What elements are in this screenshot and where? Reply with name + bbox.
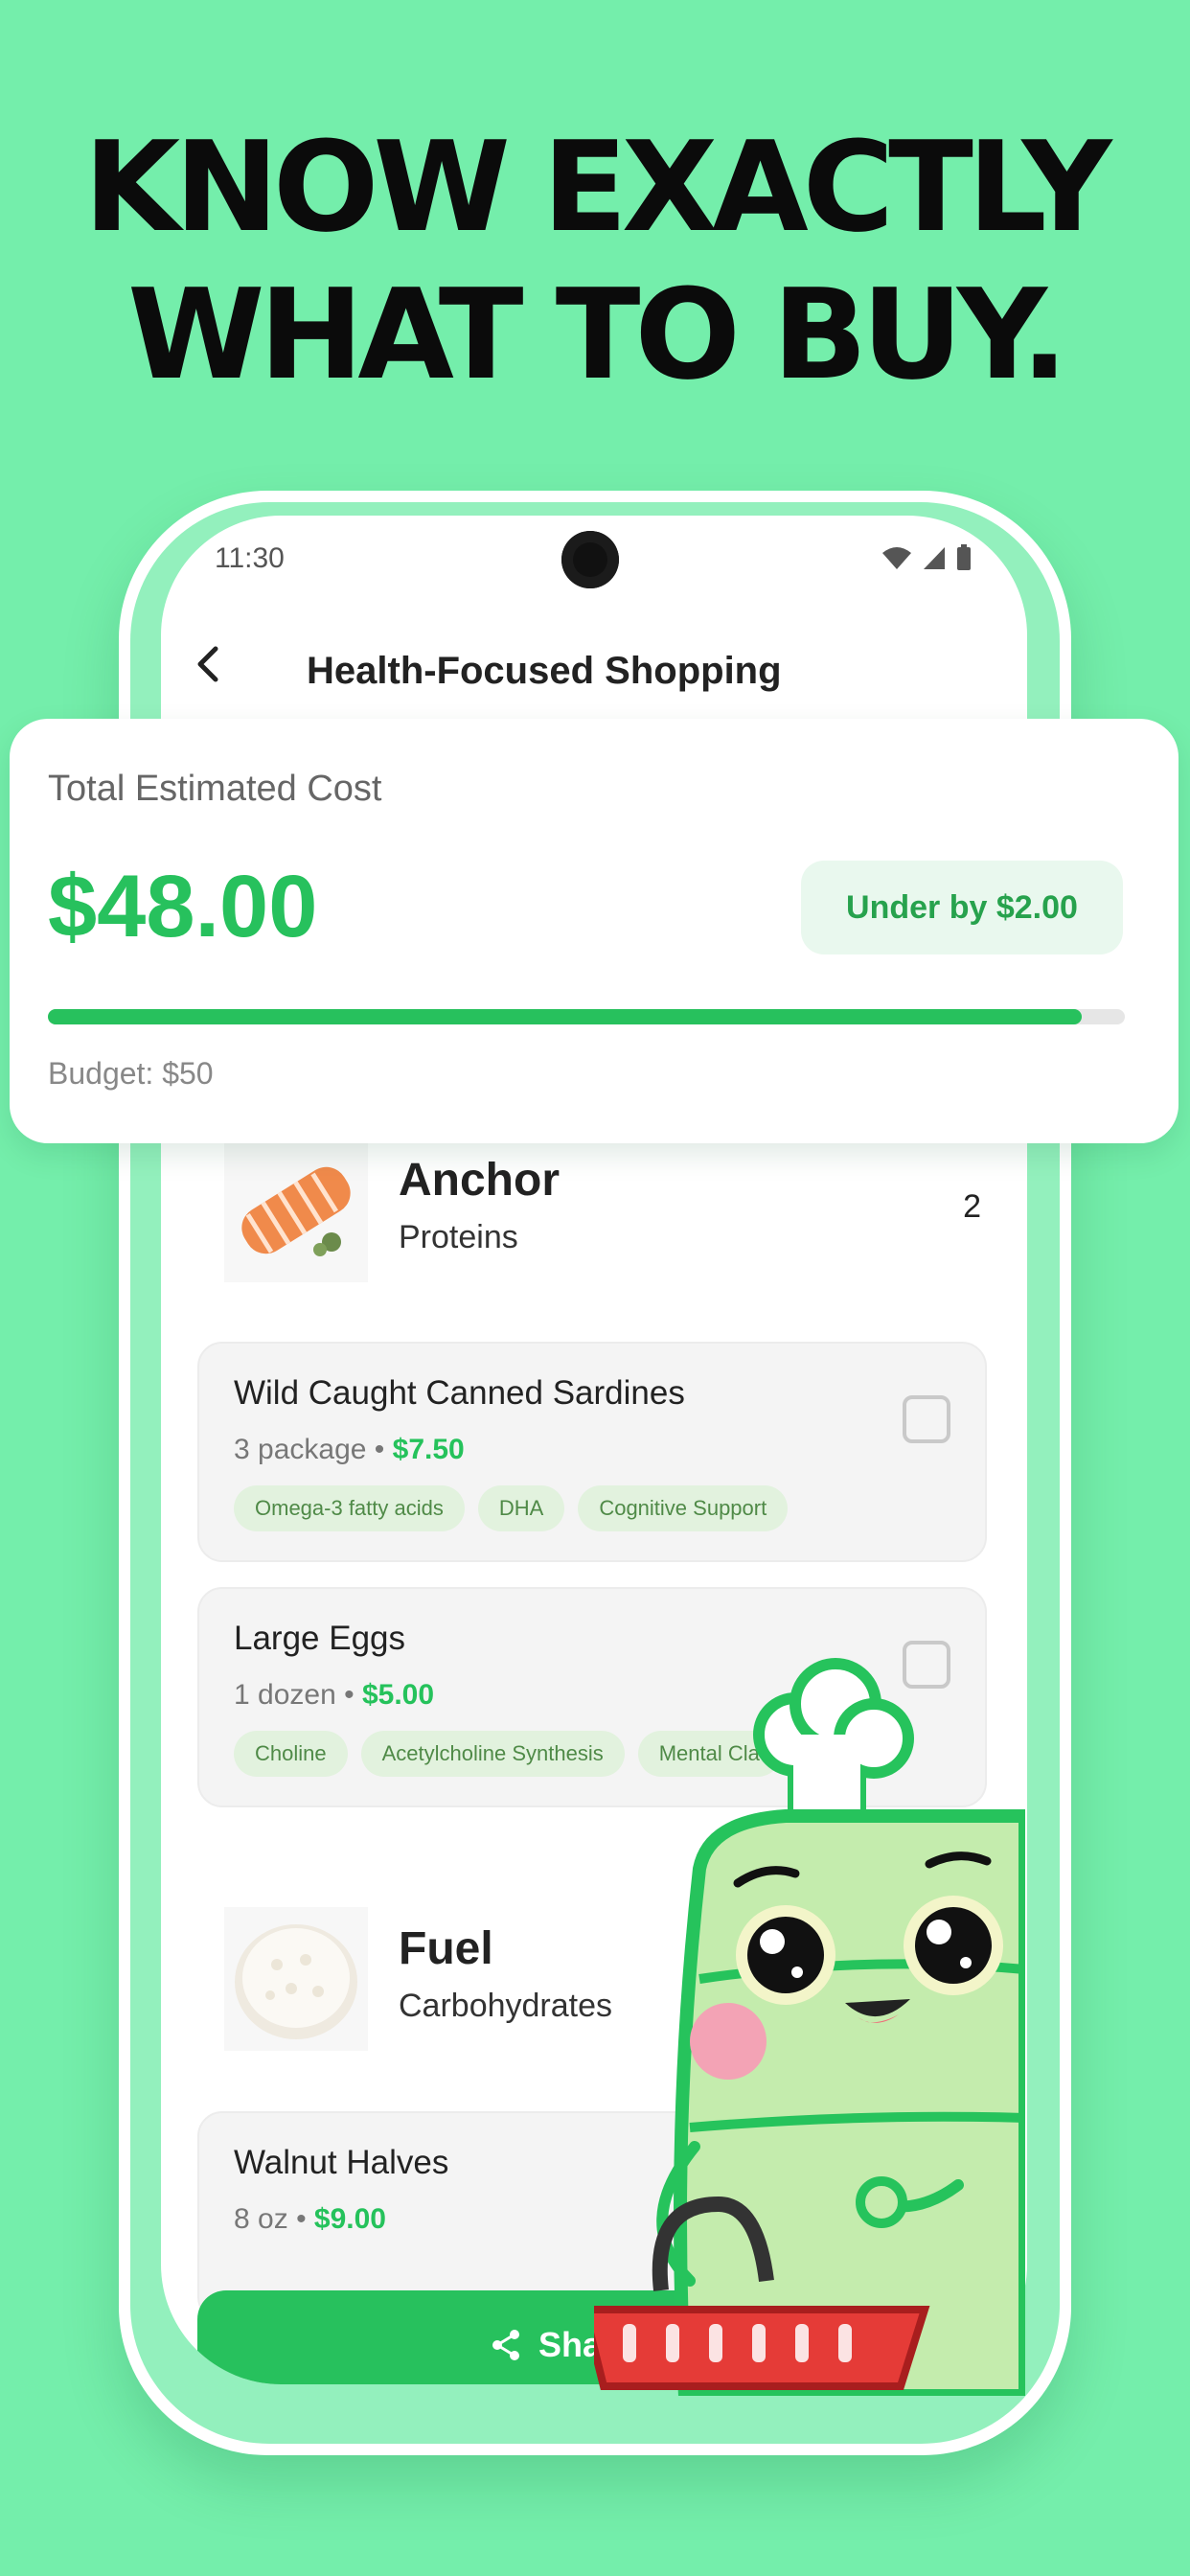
separator: • <box>344 1679 355 1711</box>
item-meta: 3 package • $7.50 <box>234 1434 465 1466</box>
wifi-icon <box>882 547 911 569</box>
budget-label: Budget: $50 <box>48 1056 214 1091</box>
item-checkbox[interactable] <box>903 1395 950 1443</box>
tag: Cognitive Support <box>578 1485 789 1531</box>
share-label: Sha <box>538 2325 603 2364</box>
separator: • <box>374 1434 385 1465</box>
item-price: $5.00 <box>361 1679 435 1711</box>
item-tags: Omega-3 fatty acids DHA Cognitive Suppor… <box>234 1485 789 1531</box>
battery-icon <box>957 544 971 570</box>
share-button-content: Sha <box>487 2325 602 2365</box>
status-time: 11:30 <box>215 542 285 574</box>
tag: Choline <box>234 1731 348 1777</box>
headline-line-1: KNOW EXACTLY <box>83 114 1111 260</box>
tag: DHA <box>477 1485 565 1531</box>
status-badge: Under by $2.00 <box>801 861 1123 954</box>
list-item-sardines[interactable]: Wild Caught Canned Sardines 3 package • … <box>197 1342 987 1562</box>
tag: Acetylcholine Synthesis <box>360 1731 625 1777</box>
item-qty: 3 package <box>234 1434 367 1465</box>
item-name: Walnut Halves <box>234 2144 449 2181</box>
item-qty: 1 dozen <box>234 1679 336 1711</box>
headline: KNOW EXACTLY WHAT TO BUY. <box>0 113 1190 408</box>
cost-summary-card: Total Estimated Cost $48.00 Under by $2.… <box>10 719 1179 1143</box>
item-price: $9.00 <box>313 2203 386 2235</box>
camera-icon <box>561 531 619 588</box>
category-name: Anchor <box>399 1155 560 1206</box>
category-name: Fuel <box>399 1923 493 1974</box>
salmon-icon <box>224 1138 368 1282</box>
tag: Omega-3 fatty acids <box>234 1485 465 1531</box>
separator: • <box>296 2203 307 2235</box>
item-name: Wild Caught Canned Sardines <box>234 1374 685 1412</box>
headline-line-2: WHAT TO BUY. <box>127 262 1068 407</box>
budget-progress-bar <box>48 1009 1125 1024</box>
category-subtitle: Carbohydrates <box>399 1988 613 2024</box>
budget-progress-fill <box>48 1009 1083 1024</box>
item-qty: 8 oz <box>234 2203 288 2235</box>
share-icon <box>492 2330 519 2360</box>
chef-mascot-with-basket-icon <box>594 1658 1025 2396</box>
item-name: Large Eggs <box>234 1620 406 1657</box>
status-icons <box>881 544 972 571</box>
chevron-left-icon[interactable] <box>186 640 234 688</box>
summary-label: Total Estimated Cost <box>48 769 382 809</box>
category-subtitle: Proteins <box>399 1219 518 1255</box>
signal-icon <box>924 547 945 569</box>
category-count: 2 <box>963 1188 981 1225</box>
page-title: Health-Focused Shopping <box>307 650 782 692</box>
category-anchor[interactable]: Anchor Proteins 2 <box>224 1138 981 1282</box>
rice-icon <box>224 1907 368 2051</box>
item-meta: 1 dozen • $5.00 <box>234 1679 434 1712</box>
total-amount: $48.00 <box>48 858 318 955</box>
item-price: $7.50 <box>392 1434 465 1465</box>
item-meta: 8 oz • $9.00 <box>234 2203 386 2236</box>
